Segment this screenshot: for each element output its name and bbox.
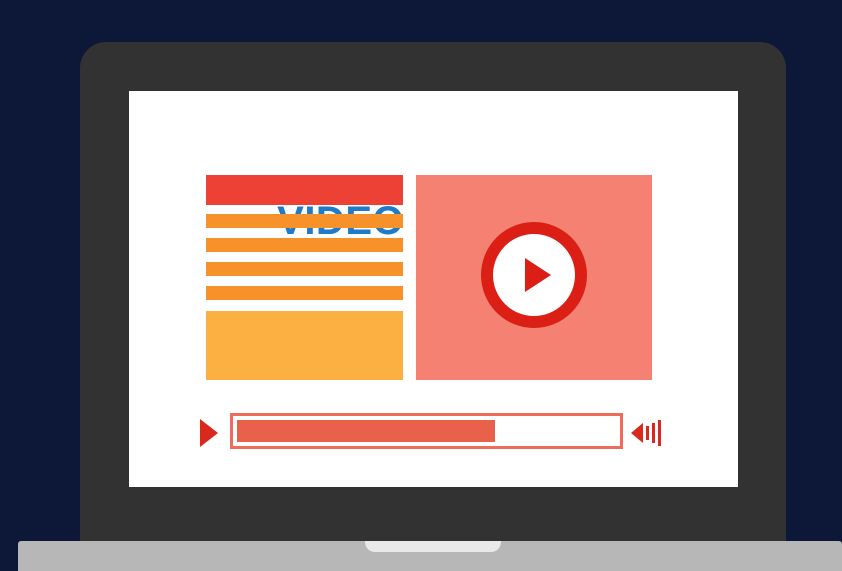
play-icon[interactable] — [200, 419, 218, 447]
resume-text-line — [206, 262, 403, 276]
volume-icon[interactable] — [629, 418, 669, 448]
resume-text-block — [206, 311, 403, 380]
volume-speaker-shape — [631, 423, 643, 443]
play-triangle-icon — [525, 258, 551, 292]
play-circle-icon[interactable] — [481, 222, 587, 328]
progress-bar[interactable] — [230, 413, 623, 449]
progress-fill — [237, 420, 495, 442]
resume-text-line — [206, 214, 403, 228]
volume-bar — [658, 420, 661, 446]
volume-bar — [652, 423, 655, 443]
laptop-screen: VIDEO RESUME — [129, 91, 738, 487]
laptop-base — [18, 541, 842, 571]
resume-text-line — [206, 238, 403, 252]
resume-text-line — [206, 286, 403, 300]
resume-header-bar — [206, 175, 403, 205]
volume-bar — [646, 426, 649, 440]
laptop-base-notch — [365, 541, 501, 552]
